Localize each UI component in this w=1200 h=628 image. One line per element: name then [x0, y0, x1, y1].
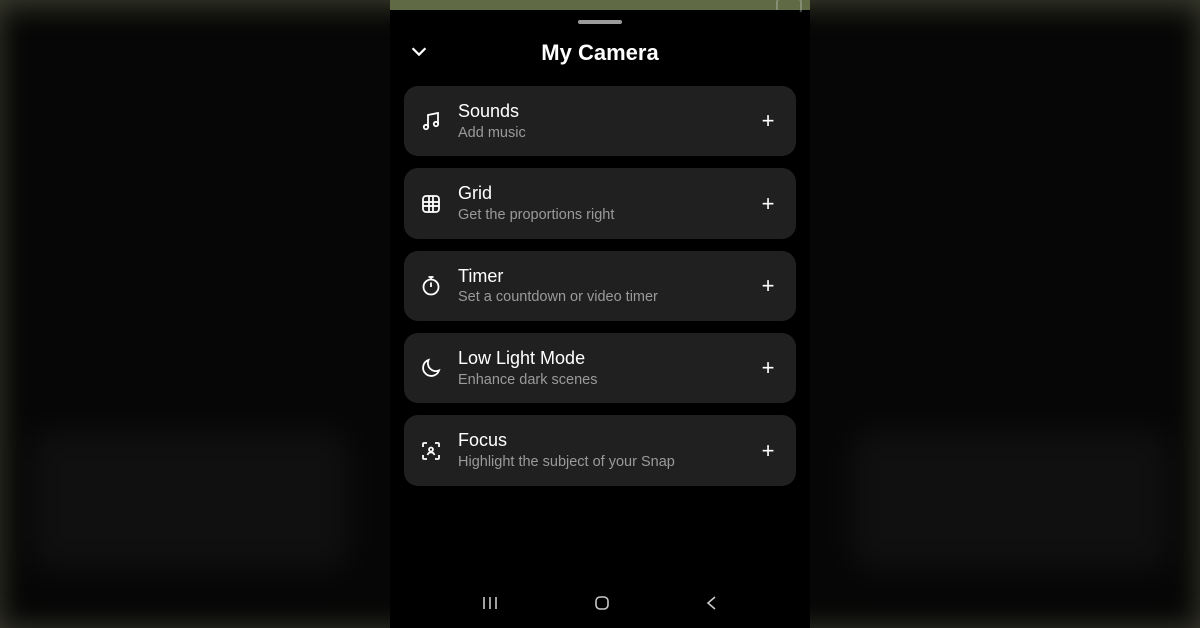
row-grid[interactable]: Grid Get the proportions right +: [404, 168, 796, 238]
settings-list: Sounds Add music + Grid Get the proporti…: [404, 86, 796, 486]
row-title: Focus: [458, 429, 742, 452]
row-sounds[interactable]: Sounds Add music +: [404, 86, 796, 156]
row-subtitle: Enhance dark scenes: [458, 371, 742, 390]
add-button[interactable]: +: [756, 273, 780, 299]
back-icon[interactable]: [703, 593, 721, 618]
row-text: Grid Get the proportions right: [458, 182, 742, 224]
sheet-grab-handle[interactable]: [578, 20, 622, 24]
row-subtitle: Add music: [458, 124, 742, 143]
row-title: Timer: [458, 265, 742, 288]
sheet-title: My Camera: [541, 40, 658, 66]
row-low-light[interactable]: Low Light Mode Enhance dark scenes +: [404, 333, 796, 403]
recents-icon[interactable]: [479, 593, 501, 618]
row-focus[interactable]: Focus Highlight the subject of your Snap…: [404, 415, 796, 485]
music-note-icon: [418, 108, 444, 134]
row-timer[interactable]: Timer Set a countdown or video timer +: [404, 251, 796, 321]
status-bar: [390, 0, 810, 10]
phone-frame: My Camera Sounds Add music + Grid: [390, 0, 810, 628]
add-button[interactable]: +: [756, 438, 780, 464]
grid-icon: [418, 191, 444, 217]
row-title: Low Light Mode: [458, 347, 742, 370]
row-subtitle: Get the proportions right: [458, 206, 742, 225]
row-subtitle: Set a countdown or video timer: [458, 288, 742, 307]
add-button[interactable]: +: [756, 355, 780, 381]
chevron-down-icon: [408, 49, 430, 66]
row-text: Focus Highlight the subject of your Snap: [458, 429, 742, 471]
add-button[interactable]: +: [756, 108, 780, 134]
row-title: Grid: [458, 182, 742, 205]
camera-settings-sheet: My Camera Sounds Add music + Grid: [390, 10, 810, 628]
moon-icon: [418, 355, 444, 381]
sheet-header: My Camera: [404, 34, 796, 72]
row-subtitle: Highlight the subject of your Snap: [458, 453, 742, 472]
row-text: Low Light Mode Enhance dark scenes: [458, 347, 742, 389]
row-title: Sounds: [458, 100, 742, 123]
collapse-button[interactable]: [408, 40, 430, 67]
row-text: Sounds Add music: [458, 100, 742, 142]
row-text: Timer Set a countdown or video timer: [458, 265, 742, 307]
stopwatch-icon: [418, 273, 444, 299]
add-button[interactable]: +: [756, 191, 780, 217]
focus-icon: [418, 438, 444, 464]
home-icon[interactable]: [592, 593, 612, 618]
android-nav-bar: [404, 586, 796, 628]
